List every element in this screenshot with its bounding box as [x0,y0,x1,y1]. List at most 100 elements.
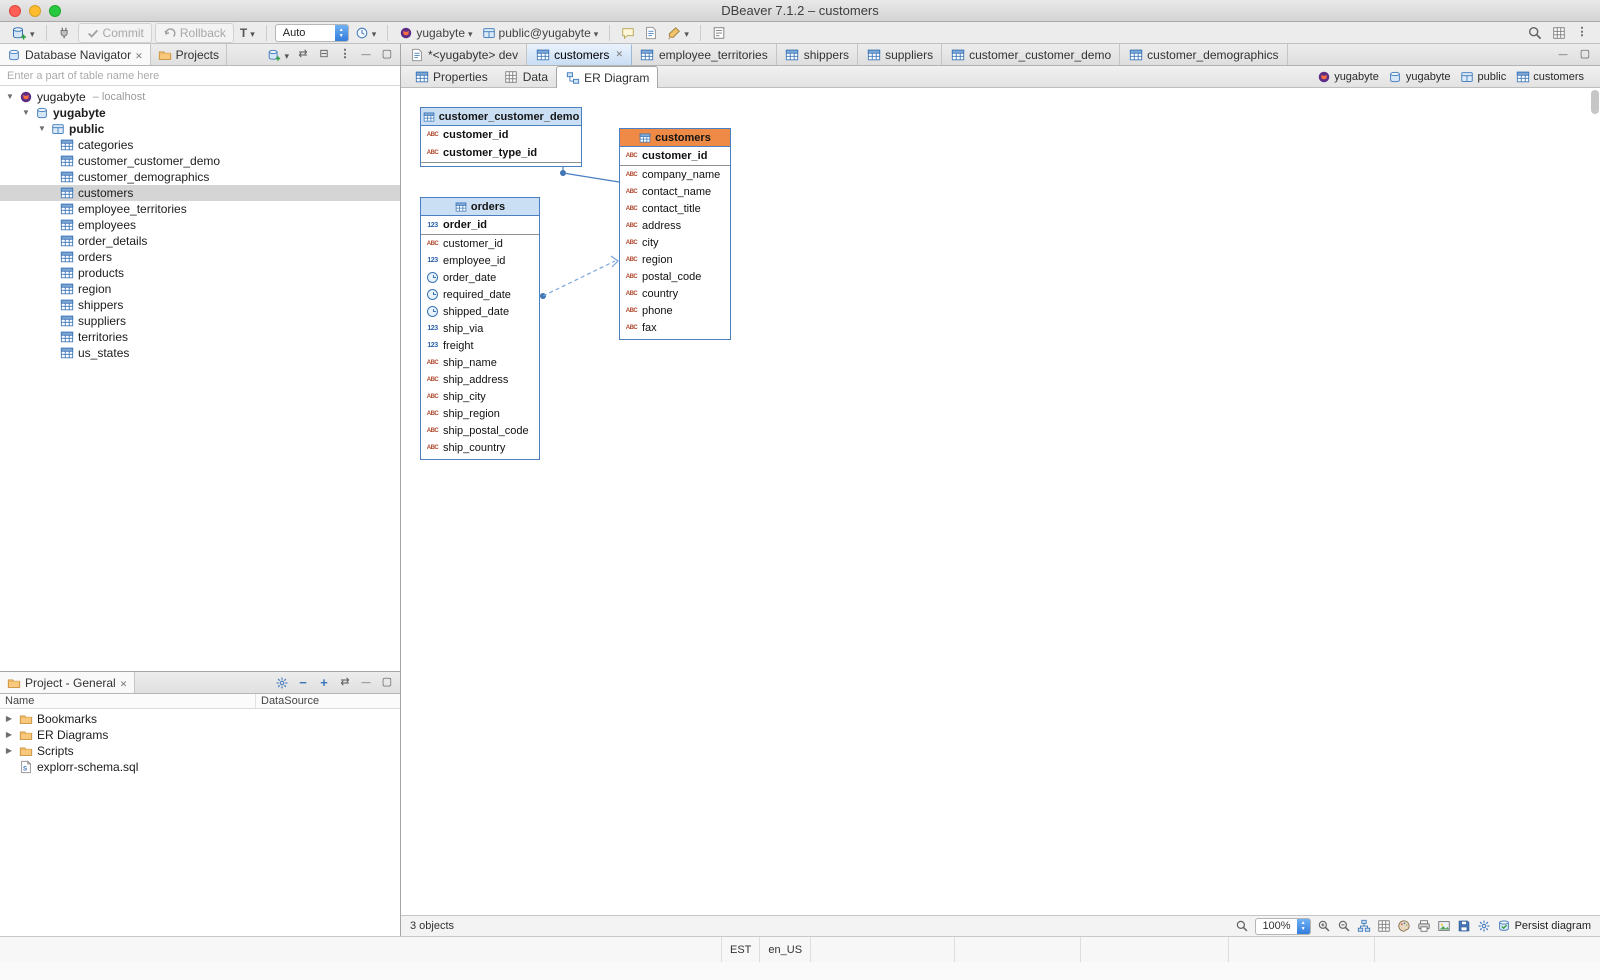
entity-column[interactable]: ship_region [421,405,539,422]
link-editor-icon[interactable] [338,677,352,688]
connection-selector[interactable]: yugabyte [396,23,475,43]
maximize-editor-icon[interactable] [1578,49,1592,60]
tab-project-general[interactable]: Project - General [0,672,135,693]
table-tree-item[interactable]: customer_customer_demo [0,153,400,169]
vertical-scrollbar[interactable] [1591,90,1599,114]
toggle-grid-icon[interactable] [1377,919,1391,933]
entity-column[interactable]: shipped_date [421,303,539,320]
view-tab[interactable]: ER Diagram [556,66,658,88]
tab-database-navigator[interactable]: Database Navigator [0,44,151,65]
entity-header[interactable]: customers [620,129,730,147]
breadcrumb-item[interactable]: customers [1511,68,1588,85]
table-tree-item[interactable]: customer_demographics [0,169,400,185]
locale-indicator[interactable]: en_US [760,937,811,962]
new-connection-button[interactable] [8,23,38,43]
entity-column[interactable]: phone [620,302,730,319]
entity-column[interactable]: ship_country [421,439,539,456]
toolbar-overflow-button[interactable] [1572,23,1592,43]
table-tree-item[interactable]: shippers [0,297,400,313]
entity-column[interactable]: order_id [421,216,539,234]
entity-column[interactable]: region [620,251,730,268]
new-connection-small-button[interactable] [267,45,289,65]
entity-column[interactable]: customer_id [620,147,730,165]
entity-column[interactable]: address [620,217,730,234]
relationship-orders-customers[interactable] [540,256,618,299]
open-perspective-button[interactable] [1549,23,1569,43]
print-diagram-icon[interactable] [1417,919,1431,933]
rollback-button[interactable]: Rollback [155,23,234,43]
search-button[interactable] [1524,23,1546,43]
entity-column[interactable]: contact_title [620,200,730,217]
minimize-editor-icon[interactable] [1556,50,1570,59]
collapse-all-icon[interactable] [317,49,331,60]
table-tree-item[interactable]: orders [0,249,400,265]
link-editor-icon[interactable] [296,49,310,60]
expand-arrow-icon[interactable] [4,731,14,739]
zoom-out-icon[interactable] [1337,919,1351,933]
table-tree-item[interactable]: products [0,265,400,281]
entity-column[interactable]: company_name [620,166,730,183]
schema-selector[interactable]: public@yugabyte [479,23,602,43]
maximize-view-icon[interactable] [380,677,394,688]
tree-item-connection[interactable]: yugabyte – localhost [0,89,400,105]
autocommit-combo[interactable]: Auto [275,24,349,42]
transaction-mode-button[interactable]: T [237,23,258,43]
entity-column[interactable]: fax [620,319,730,336]
editor-tab[interactable]: employee_territories [632,44,777,65]
entity-column[interactable]: freight [421,337,539,354]
add-item-icon[interactable] [317,676,331,689]
project-item[interactable]: Scripts [0,743,400,759]
close-window-button[interactable] [9,5,21,17]
stepper-icon[interactable] [335,24,348,42]
editor-tab[interactable]: shippers [777,44,858,65]
table-tree-item[interactable]: us_states [0,345,400,361]
timezone-indicator[interactable]: EST [722,937,760,962]
breadcrumb-item[interactable]: yugabyte [1312,68,1383,85]
sql-console-button[interactable] [618,23,638,43]
commit-button[interactable]: Commit [78,23,152,43]
connect-button[interactable] [55,23,75,43]
expand-arrow-icon[interactable] [21,109,31,117]
new-sql-editor-button[interactable] [641,23,661,43]
table-tree-item[interactable]: region [0,281,400,297]
format-button[interactable] [664,23,692,43]
entity-column[interactable]: customer_id [421,126,581,144]
minimize-view-icon[interactable] [359,678,373,687]
project-items[interactable]: Bookmarks ER Diagrams [0,709,400,936]
zoom-window-button[interactable] [49,5,61,17]
close-tab-icon[interactable] [120,676,128,690]
table-tree-item[interactable]: suppliers [0,313,400,329]
entity-column[interactable]: employee_id [421,252,539,269]
entity-header[interactable]: orders [421,198,539,216]
zoom-level-combo[interactable]: 100% [1255,918,1310,935]
entity-column[interactable]: ship_name [421,354,539,371]
table-tree-item[interactable]: categories [0,137,400,153]
editor-tab[interactable]: customer_demographics [1120,44,1287,65]
breadcrumb-item[interactable]: yugabyte [1384,68,1455,85]
export-image-icon[interactable] [1437,919,1451,933]
entity-column[interactable]: contact_name [620,183,730,200]
close-tab-icon[interactable] [615,49,623,60]
diagram-colors-icon[interactable] [1397,919,1411,933]
entity-column[interactable]: ship_address [421,371,539,388]
remove-item-icon[interactable] [296,676,310,689]
tasks-button[interactable] [709,23,729,43]
table-tree-item[interactable]: territories [0,329,400,345]
transaction-log-button[interactable] [352,23,380,43]
editor-tab[interactable]: customers [527,44,632,65]
tree-item-schema[interactable]: public [0,121,400,137]
project-item[interactable]: ER Diagrams [0,727,400,743]
expand-arrow-icon[interactable] [4,747,14,755]
table-tree-item[interactable]: customers [0,185,400,201]
auto-layout-icon[interactable] [1357,919,1371,933]
save-diagram-icon[interactable] [1457,919,1471,933]
entity-column[interactable]: postal_code [620,268,730,285]
table-tree-item[interactable]: employee_territories [0,201,400,217]
entity-column[interactable]: country [620,285,730,302]
view-menu-icon[interactable] [338,49,352,60]
project-item[interactable]: explorr-schema.sql [0,759,400,775]
editor-tab[interactable]: suppliers [858,44,942,65]
stepper-icon[interactable] [1297,918,1310,935]
table-tree-item[interactable]: employees [0,217,400,233]
expand-arrow-icon[interactable] [37,125,47,133]
